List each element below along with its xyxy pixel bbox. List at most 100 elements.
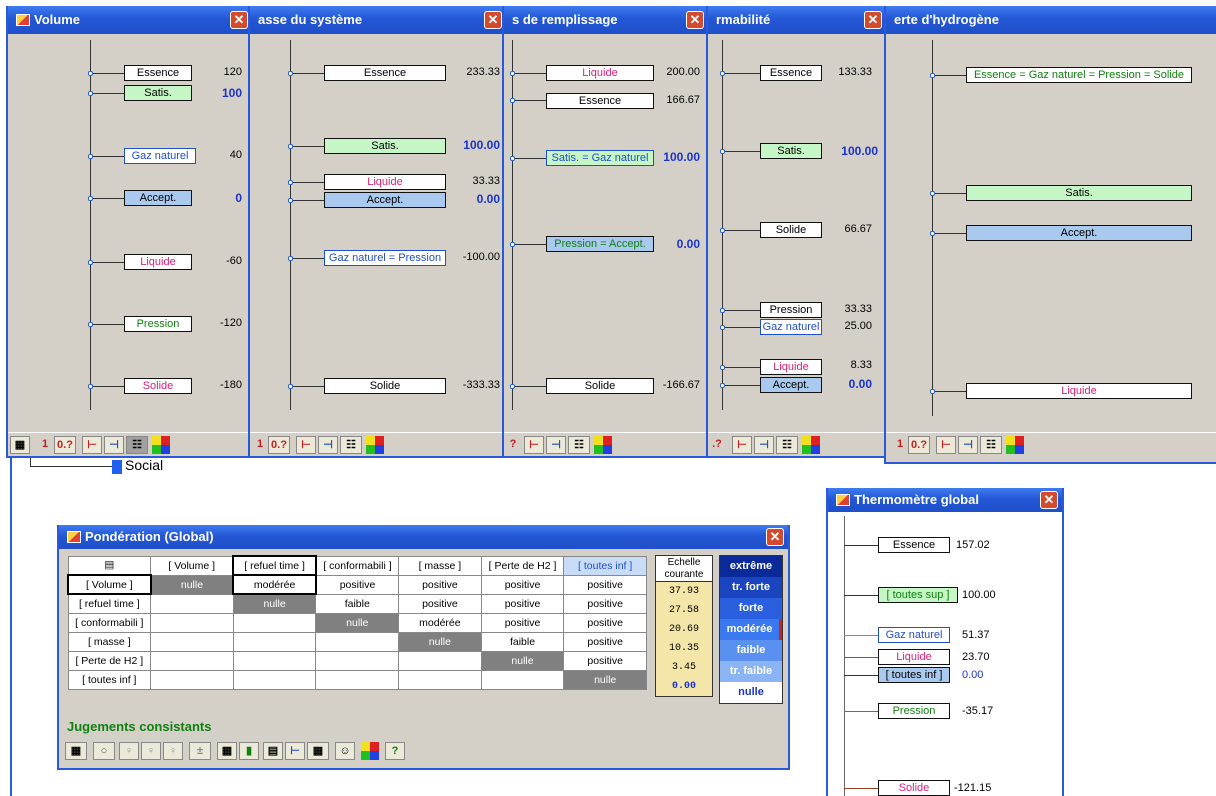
one-button[interactable]: 1 <box>894 436 906 454</box>
palette-icon[interactable] <box>361 742 379 760</box>
table-cell[interactable]: modérée <box>398 612 482 633</box>
bulb-icon[interactable]: ♀ <box>119 742 139 760</box>
close-icon[interactable]: ✕ <box>1040 491 1058 509</box>
palette-icon[interactable] <box>802 436 820 454</box>
option-box[interactable]: Gaz naturel <box>124 148 196 164</box>
acceptable-box[interactable]: Accept. <box>760 377 822 393</box>
option-box[interactable]: Liquide <box>760 359 822 375</box>
thermo-item[interactable]: [ toutes inf ] <box>878 667 950 683</box>
option-box[interactable]: Pression <box>760 302 822 318</box>
masse-title-bar[interactable]: asse du système <box>250 6 504 34</box>
row-header[interactable]: [ Perte de H2 ] <box>67 650 152 671</box>
satisfaction-box[interactable]: Satis. <box>324 138 446 154</box>
unknown-value-button[interactable]: 0.? <box>54 436 76 454</box>
table-cell[interactable]: nulle <box>232 593 317 614</box>
bulb-alt-icon[interactable]: ♀ <box>141 742 161 760</box>
table-cell[interactable]: modérée <box>232 574 317 595</box>
acceptable-box[interactable]: Accept. <box>124 190 192 206</box>
table-cell[interactable]: positive <box>563 612 647 633</box>
table-cell[interactable]: positive <box>480 574 565 595</box>
close-icon[interactable]: ✕ <box>484 11 502 29</box>
table-cell[interactable]: nulle <box>315 612 400 633</box>
range-icon[interactable]: ⊢ <box>285 742 305 760</box>
option-box[interactable]: Solide <box>546 378 654 394</box>
scale-left-icon[interactable]: ⊢ <box>524 436 544 454</box>
row-header[interactable]: [ toutes inf ] <box>67 669 152 690</box>
social-node-marker[interactable] <box>112 460 122 474</box>
close-icon[interactable]: ✕ <box>864 11 882 29</box>
satisfaction-box[interactable]: Satis. = Gaz naturel <box>546 150 654 166</box>
option-box[interactable]: Essence <box>760 65 822 81</box>
table-cell[interactable] <box>480 669 565 690</box>
palette-icon[interactable] <box>1006 436 1024 454</box>
grid-export-icon[interactable]: ▦ <box>217 742 237 760</box>
option-box[interactable]: Solide <box>124 378 192 394</box>
unknown-value-button[interactable]: ? <box>508 436 518 454</box>
scale-left-icon[interactable]: ⊢ <box>936 436 956 454</box>
sort-icon[interactable]: ☷ <box>126 436 148 454</box>
table-cell[interactable] <box>150 650 234 671</box>
column-header[interactable]: [ Perte de H2 ] <box>480 555 565 576</box>
row-header[interactable]: [ conformabili ] <box>67 612 152 633</box>
option-box[interactable]: Pression <box>124 316 192 332</box>
row-header[interactable]: [ Volume ] <box>67 574 152 595</box>
option-box[interactable]: Gaz naturel = Pression <box>324 250 446 266</box>
scale-split-icon[interactable]: ⊣ <box>318 436 338 454</box>
table-cell[interactable]: nulle <box>398 631 482 652</box>
help-icon[interactable]: ? <box>385 742 405 760</box>
sort-icon[interactable]: ☷ <box>776 436 798 454</box>
scale-left-icon[interactable]: ⊢ <box>296 436 316 454</box>
scale-split-icon[interactable]: ⊣ <box>104 436 124 454</box>
one-button[interactable]: 1 <box>38 436 52 454</box>
matrix-icon[interactable]: ▤ <box>263 742 283 760</box>
merge-icon[interactable]: ± <box>189 742 211 760</box>
sort-icon[interactable]: ☷ <box>340 436 362 454</box>
table-cell[interactable]: positive <box>563 650 647 671</box>
volume-title-bar[interactable]: Volume <box>8 6 250 34</box>
bar-chart-icon[interactable]: ▮ <box>239 742 259 760</box>
unknown-value-button[interactable]: .? <box>710 436 724 454</box>
scale-split-icon[interactable]: ⊣ <box>546 436 566 454</box>
table-cell[interactable] <box>232 612 317 633</box>
sort-icon[interactable]: ☷ <box>568 436 590 454</box>
table-cell[interactable]: positive <box>398 593 482 614</box>
legend-item[interactable]: tr. forte <box>720 577 782 598</box>
palette-icon[interactable] <box>594 436 612 454</box>
thermo-item[interactable]: Solide <box>878 780 950 796</box>
table-cell[interactable] <box>150 612 234 633</box>
column-header[interactable]: [ Volume ] <box>150 555 234 576</box>
row-header[interactable]: [ refuel time ] <box>67 593 152 614</box>
thermo-item[interactable]: Pression <box>878 703 950 719</box>
scale-left-icon[interactable]: ⊢ <box>82 436 102 454</box>
table-cell[interactable]: faible <box>315 593 400 614</box>
legend-item[interactable]: tr. faible <box>720 661 782 682</box>
conformability-title-bar[interactable]: rmabilité <box>708 6 886 34</box>
row-header[interactable]: [ masse ] <box>67 631 152 652</box>
legend-item[interactable]: nulle <box>720 682 782 703</box>
option-box[interactable]: Liquide <box>546 65 654 81</box>
unknown-value-button[interactable]: 0.? <box>908 436 930 454</box>
person-icon[interactable]: ☺ <box>335 742 355 760</box>
table-cell[interactable]: faible <box>480 631 565 652</box>
refuel-title-bar[interactable]: s de remplissage <box>504 6 708 34</box>
table-cell[interactable]: positive <box>398 574 482 595</box>
one-button[interactable]: 1 <box>254 436 266 454</box>
scale-left-icon[interactable]: ⊢ <box>732 436 752 454</box>
table-cell[interactable]: positive <box>315 574 400 595</box>
table-cell[interactable] <box>315 650 400 671</box>
table-cell[interactable] <box>150 669 234 690</box>
sort-icon[interactable]: ☷ <box>980 436 1002 454</box>
palette-icon[interactable] <box>366 436 384 454</box>
table-cell[interactable]: nulle <box>150 574 234 595</box>
column-header[interactable]: [ conformabili ] <box>315 555 400 576</box>
grid-ok-icon[interactable]: ▦ <box>65 742 87 760</box>
table-cell[interactable]: positive <box>563 593 647 614</box>
thermo-item[interactable]: [ toutes sup ] <box>878 587 958 603</box>
table-icon[interactable]: ▦ <box>10 436 30 454</box>
column-header[interactable]: [ masse ] <box>398 555 482 576</box>
option-box[interactable]: Essence <box>124 65 192 81</box>
option-box[interactable]: Gaz naturel <box>760 319 822 335</box>
scale-split-icon[interactable]: ⊣ <box>958 436 978 454</box>
table-cell[interactable] <box>150 631 234 652</box>
table-cell[interactable]: positive <box>563 574 647 595</box>
